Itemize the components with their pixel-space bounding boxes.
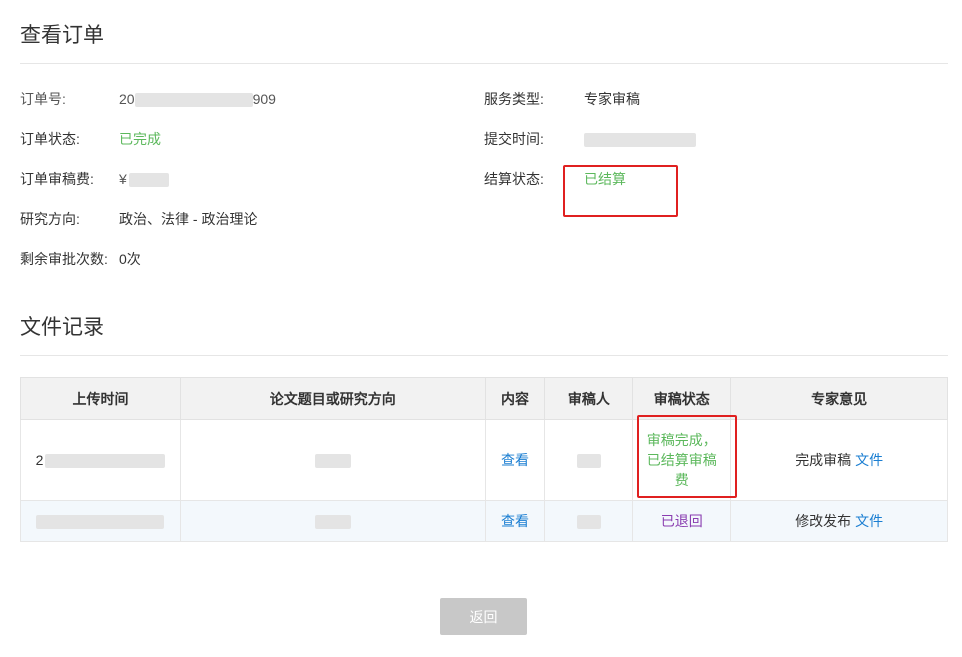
table-row: 查看 已退回 修改发布 文件 <box>20 500 948 542</box>
order-no-value: 20 909 <box>119 91 276 108</box>
review-status-cell: 已退回 <box>632 500 732 542</box>
file-records-table: 上传时间 论文题目或研究方向 内容 审稿人 审稿状态 专家意见 2 查看 审稿完… <box>20 377 948 542</box>
remaining-value: 0次 <box>119 251 141 267</box>
column-header: 论文题目或研究方向 <box>179 377 486 420</box>
expert-opinion-cell: 完成审稿 文件 <box>730 419 948 501</box>
redacted-submit-time <box>584 133 696 148</box>
table-header-row: 上传时间 论文题目或研究方向 内容 审稿人 审稿状态 专家意见 <box>20 377 948 420</box>
upload-time-cell <box>20 500 181 542</box>
redacted-upload-time <box>36 515 165 530</box>
redacted-title <box>314 515 351 530</box>
title-cell <box>179 500 486 542</box>
column-header: 审稿人 <box>544 377 634 420</box>
column-header: 专家意见 <box>730 377 948 420</box>
reviewer-cell <box>544 500 634 542</box>
settle-status-label: 结算状态: <box>484 171 544 187</box>
redacted-reviewer <box>576 454 601 469</box>
direction-value: 政治、法律 - 政治理论 <box>119 211 258 227</box>
service-type-label: 服务类型: <box>484 91 544 107</box>
opinion-text: 完成审稿 <box>795 452 852 468</box>
redacted-reviewer <box>576 515 601 530</box>
redacted-order-no <box>134 93 253 108</box>
order-fee-label: 订单审稿费: <box>20 171 94 187</box>
redacted-upload-time <box>45 454 166 469</box>
order-divider <box>20 63 948 64</box>
column-header: 内容 <box>484 377 546 420</box>
opinion-file-link[interactable]: 文件 <box>855 513 883 529</box>
remaining-label: 剩余审批次数: <box>20 251 108 267</box>
title-cell <box>179 419 486 501</box>
reviewer-cell <box>544 419 634 501</box>
expert-opinion-cell: 修改发布 文件 <box>730 500 948 542</box>
content-cell: 查看 <box>484 419 546 501</box>
redacted-title <box>314 454 351 469</box>
files-divider <box>20 355 948 356</box>
submit-time-label: 提交时间: <box>484 131 544 147</box>
back-button[interactable]: 返回 <box>440 598 527 635</box>
column-header: 审稿状态 <box>632 377 732 420</box>
table-row: 2 查看 审稿完成，已结算审稿费 完成审稿 文件 <box>20 419 948 501</box>
order-fee-value: ¥ <box>119 169 169 189</box>
highlight-box-review-status <box>637 415 737 498</box>
view-content-link[interactable]: 查看 <box>501 513 529 529</box>
submit-time-value <box>584 129 696 149</box>
files-section-title: 文件记录 <box>20 316 104 339</box>
service-type-value: 专家审稿 <box>584 91 640 107</box>
content-cell: 查看 <box>484 500 546 542</box>
opinion-text: 修改发布 <box>795 513 852 529</box>
order-status-value: 已完成 <box>119 131 161 147</box>
order-section-title: 查看订单 <box>20 24 104 47</box>
order-status-label: 订单状态: <box>20 131 80 147</box>
review-status-text: 已退回 <box>660 513 703 529</box>
column-header: 上传时间 <box>20 377 181 420</box>
upload-time-cell: 2 <box>20 419 181 501</box>
order-no-label: 订单号: <box>20 91 66 107</box>
view-content-link[interactable]: 查看 <box>501 452 529 468</box>
order-no-row: 订单号: <box>20 89 66 109</box>
redacted-fee <box>128 173 169 188</box>
opinion-file-link[interactable]: 文件 <box>855 452 883 468</box>
direction-label: 研究方向: <box>20 211 80 227</box>
highlight-box-settle <box>563 165 678 217</box>
